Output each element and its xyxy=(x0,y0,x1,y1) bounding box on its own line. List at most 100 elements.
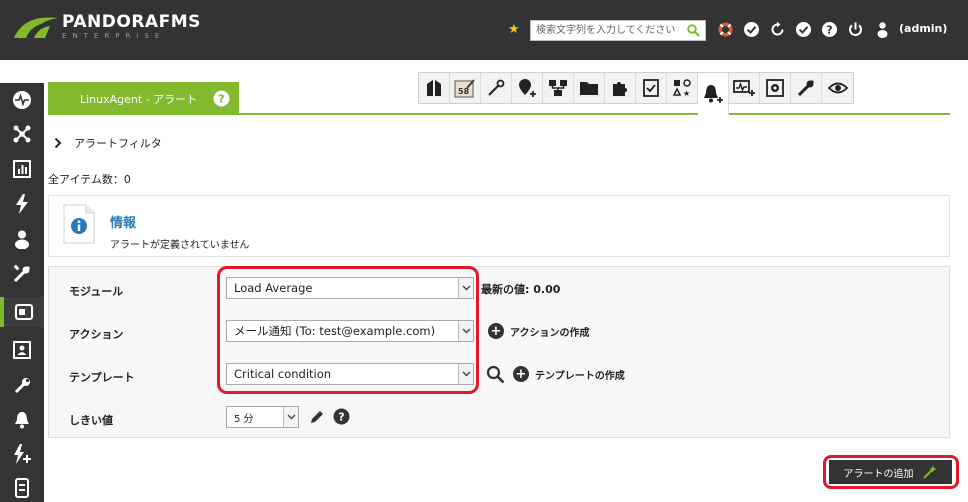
threshold-value: 5 分 xyxy=(234,413,254,425)
pandora-logo[interactable]: PANDORAFMS ENTERPRISE xyxy=(12,14,201,40)
lifebuoy-icon[interactable] xyxy=(717,21,734,38)
lightning-plus-icon xyxy=(14,444,31,464)
create-template-label: テンプレートの作成 xyxy=(535,370,625,382)
info-message: 情報 アラートが定義されていません xyxy=(48,195,950,257)
tab-edit[interactable]: 58 xyxy=(450,73,481,103)
help-icon[interactable]: ? xyxy=(821,21,838,38)
sidebar-item-event-alerts[interactable] xyxy=(0,439,44,469)
latest-value: 最新の値: 0.00 xyxy=(481,281,560,297)
pencil-icon[interactable] xyxy=(309,409,325,425)
sidebar-item-events[interactable] xyxy=(0,189,44,219)
tab-settings[interactable] xyxy=(760,73,791,103)
tab-underline xyxy=(48,113,950,115)
network-icon xyxy=(13,125,31,143)
create-action-label: アクションの作成 xyxy=(510,327,590,339)
chevron-down-icon xyxy=(283,407,298,427)
sidebar-item-servers[interactable] xyxy=(0,473,44,502)
tools-icon xyxy=(797,79,815,97)
search-icon[interactable] xyxy=(683,21,703,40)
sidebar-item-alerts[interactable] xyxy=(0,405,44,435)
sidebar-item-users[interactable] xyxy=(0,224,44,254)
search-input[interactable] xyxy=(531,21,683,40)
user-icon[interactable] xyxy=(874,21,891,38)
folder-icon xyxy=(580,82,598,95)
svg-text:?: ? xyxy=(826,24,832,37)
sidebar-item-reports[interactable] xyxy=(0,154,44,184)
bell-plus-icon xyxy=(704,85,723,103)
svg-text:?: ? xyxy=(338,411,344,424)
search-box xyxy=(530,20,706,41)
server-icon xyxy=(15,304,33,320)
highlight-frame xyxy=(217,266,479,394)
wrench-icon xyxy=(14,378,30,394)
alert-filter-toggle[interactable]: アラートフィルタ xyxy=(54,135,162,151)
svg-text:★: ★ xyxy=(683,89,690,98)
logo-text: PANDORAFMS xyxy=(62,12,201,32)
tab-view[interactable] xyxy=(822,73,853,103)
info-document-icon xyxy=(63,204,95,244)
chart-icon xyxy=(13,160,31,178)
plus-circle-icon: + xyxy=(513,366,529,382)
agent-toolbar: 58 ★ xyxy=(418,72,854,115)
create-action-link[interactable]: + アクションの作成 xyxy=(488,323,590,339)
wand-icon xyxy=(488,79,505,96)
search-icon[interactable] xyxy=(486,365,505,384)
tab-tools[interactable] xyxy=(791,73,822,103)
logo-icon xyxy=(14,17,58,38)
tab-location[interactable] xyxy=(512,73,543,103)
building-icon xyxy=(427,80,441,96)
help-icon[interactable]: ? xyxy=(213,90,230,107)
tab-title: LinuxAgent - アラート xyxy=(80,93,198,106)
lightning-icon xyxy=(16,194,28,214)
check-icon[interactable] xyxy=(743,21,760,38)
checklist-icon xyxy=(643,79,659,97)
item-count: 全アイテム数：0 xyxy=(48,173,131,186)
tab-graphs[interactable] xyxy=(729,73,760,103)
sidebar-item-profiles[interactable] xyxy=(0,335,44,365)
tab-network[interactable] xyxy=(543,73,574,103)
info-text: アラートが定義されていません xyxy=(110,240,250,251)
threshold-label: しきい値 xyxy=(69,414,113,427)
sidebar-item-tools[interactable] xyxy=(0,259,44,289)
check-icon[interactable] xyxy=(795,21,812,38)
gear-box-icon xyxy=(766,79,784,97)
action-label: アクション xyxy=(69,328,124,341)
sidebar-item-setup[interactable] xyxy=(0,371,44,401)
star-icon[interactable]: ★ xyxy=(508,22,520,37)
id-card-icon xyxy=(13,341,31,359)
monitor-plus-icon xyxy=(733,80,755,96)
template-label: テンプレート xyxy=(69,371,135,384)
sidebar-item-topology[interactable] xyxy=(0,119,44,149)
tools-icon xyxy=(13,264,31,283)
tab-plugins[interactable] xyxy=(605,73,636,103)
server-stack-icon xyxy=(15,478,29,498)
puzzle-icon xyxy=(613,82,627,96)
logo-subtext: ENTERPRISE xyxy=(62,32,166,40)
user-icon xyxy=(15,230,29,249)
page-tab: LinuxAgent - アラート ? xyxy=(48,82,239,114)
refresh-icon[interactable] xyxy=(769,21,786,38)
highlight-frame xyxy=(823,455,959,489)
tab-manage[interactable] xyxy=(419,73,450,103)
svg-text:?: ? xyxy=(218,93,224,106)
top-header: PANDORAFMS ENTERPRISE ★ ? (admin) xyxy=(0,0,968,60)
power-icon[interactable] xyxy=(847,21,864,38)
user-name[interactable]: (admin) xyxy=(899,22,947,35)
pulse-icon xyxy=(13,91,31,109)
bell-icon xyxy=(15,412,29,429)
tab-alerts[interactable] xyxy=(698,73,729,115)
tab-policies[interactable] xyxy=(636,73,667,103)
sidebar-item-monitoring[interactable] xyxy=(0,85,44,115)
network-map-icon xyxy=(549,80,567,96)
help-icon[interactable]: ? xyxy=(333,408,350,425)
latest-value-number: 0.00 xyxy=(533,283,561,296)
threshold-select[interactable]: 5 分 xyxy=(226,406,299,428)
sidebar xyxy=(0,83,44,502)
tab-files[interactable] xyxy=(574,73,605,103)
tab-config[interactable] xyxy=(481,73,512,103)
sidebar-item-resources[interactable] xyxy=(0,297,44,327)
alert-form: モジュール Load Average 最新の値: 0.00 アクション メール通… xyxy=(48,266,950,438)
tab-custom-fields[interactable]: ★ xyxy=(667,73,698,103)
create-template-link[interactable]: + テンプレートの作成 xyxy=(513,366,625,382)
latest-value-label: 最新の値: xyxy=(481,283,530,296)
